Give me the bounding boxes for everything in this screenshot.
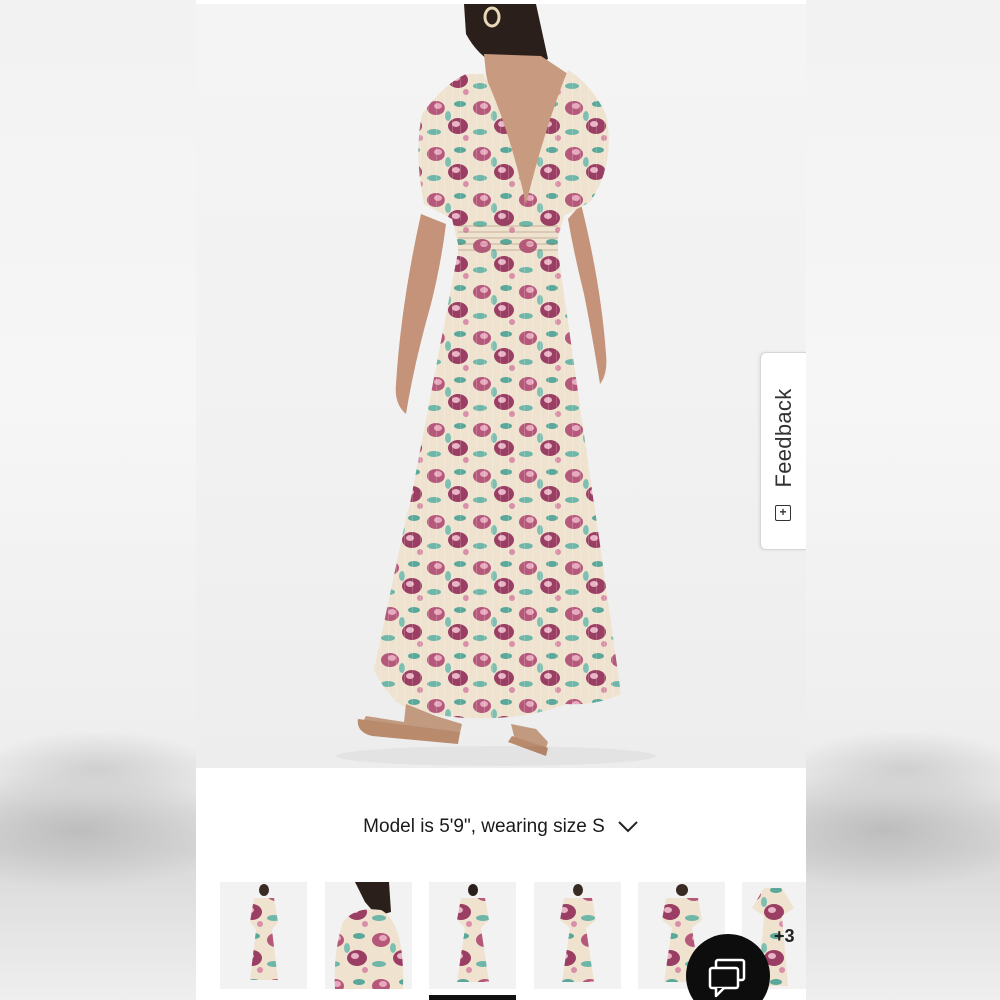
more-images-badge: +3 xyxy=(774,926,795,946)
thumbnail-front-full-alt[interactable] xyxy=(534,882,621,989)
thumbnail-image xyxy=(429,882,516,989)
right-blurred-background xyxy=(806,0,1000,1000)
active-thumbnail-indicator xyxy=(429,995,516,1000)
thumbnail-front-full[interactable] xyxy=(220,882,307,989)
feedback-tab[interactable]: + Feedback xyxy=(760,352,806,550)
product-page: + Feedback Model is 5'9", wearing size S xyxy=(196,0,806,1000)
chat-bubbles-icon xyxy=(708,958,746,998)
left-blurred-background xyxy=(0,0,196,1000)
model-size-caption: Model is 5'9", wearing size S xyxy=(363,816,605,837)
thumbnail-side-closeup[interactable] xyxy=(325,882,412,989)
thumbnail-back-full[interactable] xyxy=(429,882,516,989)
thumbnail-image xyxy=(534,882,621,989)
thumbnail-image xyxy=(325,882,412,989)
product-hero-image[interactable]: + Feedback xyxy=(196,4,806,768)
model-size-toggle[interactable]: Model is 5'9", wearing size S xyxy=(196,812,806,842)
chevron-down-icon xyxy=(618,821,638,833)
model-back-view-illustration xyxy=(336,4,656,766)
thumbnail-image xyxy=(220,882,307,989)
feedback-label: Feedback xyxy=(770,388,796,488)
